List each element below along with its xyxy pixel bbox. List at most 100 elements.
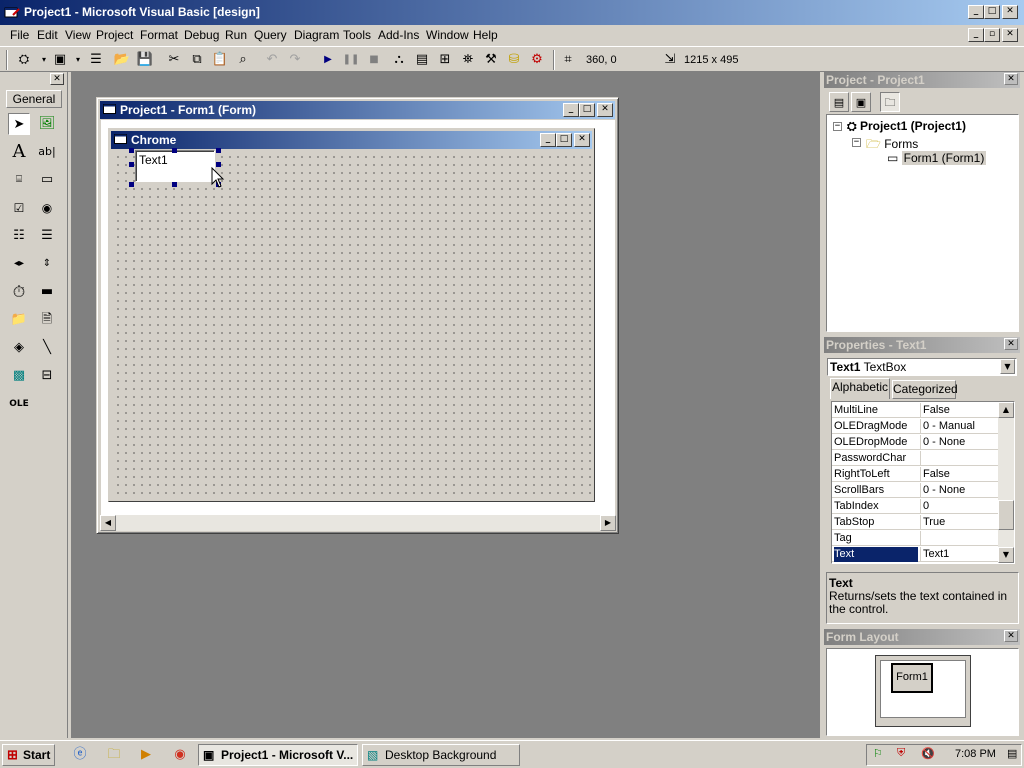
start-icon[interactable]: ▶ [318, 50, 338, 70]
form-designer-title-bar[interactable]: Project1 - Form1 (Form) _ □ ✕ [100, 101, 615, 119]
find-icon[interactable]: ⌕ [233, 50, 253, 70]
property-value[interactable] [920, 451, 1000, 466]
property-value[interactable]: 0 - None [920, 435, 1000, 450]
vb-app-icon[interactable] [4, 5, 20, 19]
tree-collapse-icon[interactable]: − [833, 122, 842, 131]
data-tool-icon[interactable]: ⊟ [36, 365, 58, 387]
chrome-icon[interactable]: ◉ [172, 747, 188, 763]
property-row[interactable]: OLEDropMode 0 - None [832, 434, 1000, 450]
maximize-button[interactable]: □ [984, 5, 1000, 19]
menu-file[interactable]: File [10, 28, 29, 42]
explorer-icon[interactable]: 🗀 [106, 747, 122, 763]
project-tree[interactable]: − ⛭ Project1 (Project1) − 🗁 Forms ▭ Form… [826, 114, 1019, 332]
property-row[interactable]: TabStop True [832, 514, 1000, 530]
form-designer-close-button[interactable]: ✕ [597, 103, 613, 117]
selection-handle[interactable] [129, 162, 134, 167]
selection-handle[interactable] [172, 182, 177, 187]
media-player-icon[interactable]: ▶ [138, 747, 154, 763]
property-value[interactable]: False [920, 467, 1000, 482]
line-tool-icon[interactable]: ╲ [36, 337, 58, 359]
design-form[interactable]: Chrome _ □ ✕ [108, 128, 595, 502]
toggle-folders-icon[interactable]: 🗀 [880, 92, 900, 112]
copy-icon[interactable]: ⧉ [187, 50, 207, 70]
property-value[interactable]: True [920, 515, 1000, 530]
mdi-close-button[interactable]: ✕ [1002, 28, 1018, 42]
form-designer-maximize-button[interactable]: □ [579, 103, 595, 117]
notification-icon[interactable]: ▤ [1007, 747, 1017, 760]
form1-position-preview[interactable]: Form1 [891, 663, 933, 693]
cut-icon[interactable]: ✂ [164, 50, 184, 70]
menu-editor-icon[interactable]: ☰ [86, 50, 106, 70]
design-form-grid[interactable] [111, 150, 592, 499]
scroll-up-icon[interactable]: ▲ [998, 402, 1014, 418]
task-desktop-background[interactable]: ▧ Desktop Background [362, 744, 520, 766]
scroll-thumb[interactable] [998, 500, 1014, 530]
form-layout-close-button[interactable]: ✕ [1004, 630, 1018, 642]
image-tool-icon[interactable]: ▩ [8, 365, 30, 387]
property-value[interactable]: 0 - None [920, 483, 1000, 498]
menu-window[interactable]: Window [426, 28, 469, 42]
menu-project[interactable]: Project [96, 28, 133, 42]
hscrollbar-tool-icon[interactable]: ◂▸ [8, 253, 30, 275]
combo-dropdown-icon[interactable]: ▼ [1000, 359, 1015, 374]
view-object-icon[interactable]: ▣ [851, 92, 871, 112]
listbox-tool-icon[interactable]: ☰ [36, 225, 58, 247]
property-row-selected[interactable]: Text Text1 [832, 546, 1000, 562]
add-project-icon[interactable]: ⛭ [14, 50, 34, 70]
start-button[interactable]: ⊞ Start [2, 744, 55, 766]
property-value[interactable]: 0 [920, 499, 1000, 514]
property-row[interactable]: MultiLine False [832, 402, 1000, 418]
property-row[interactable]: RightToLeft False [832, 466, 1000, 482]
paste-icon[interactable]: 📋 [210, 50, 230, 70]
property-value[interactable] [920, 531, 1000, 546]
properties-window-icon[interactable]: ▤ [412, 50, 432, 70]
tree-project-node[interactable]: ⛭ Project1 (Project1) [847, 119, 966, 134]
pointer-tool-icon[interactable]: ➤ [8, 113, 30, 135]
minimize-button[interactable]: _ [968, 5, 984, 19]
menu-edit[interactable]: Edit [37, 28, 58, 42]
property-grid[interactable]: MultiLine False OLEDragMode 0 - Manual OLE… [831, 401, 1015, 564]
selection-handle[interactable] [129, 148, 134, 153]
picturebox-tool-icon[interactable]: 🖼 [36, 113, 58, 135]
property-row[interactable]: Tag [832, 530, 1000, 546]
timer-tool-icon[interactable]: ⏱ [8, 281, 30, 303]
form-layout-area[interactable]: Form1 [826, 648, 1019, 736]
combobox-tool-icon[interactable]: ☷ [8, 225, 30, 247]
design-form-title-bar[interactable]: Chrome _ □ ✕ [111, 131, 592, 149]
add-form-icon[interactable]: ▣ [50, 50, 70, 70]
property-value[interactable]: Text1 [920, 547, 1000, 562]
textbox-tool-icon[interactable]: ab| [36, 141, 58, 163]
property-row[interactable]: TabIndex 0 [832, 498, 1000, 514]
frame-tool-icon[interactable]: ⌸ [8, 169, 30, 191]
form-layout-icon[interactable]: ⊞ [435, 50, 455, 70]
properties-close-button[interactable]: ✕ [1004, 338, 1018, 350]
object-browser-icon[interactable]: ⛯ [458, 50, 478, 70]
tree-form1-node[interactable]: ▭ Form1 (Form1) [887, 151, 987, 165]
checkbox-tool-icon[interactable]: ☑ [8, 197, 30, 219]
property-row[interactable]: ScrollBars 0 - None [832, 482, 1000, 498]
undo-icon[interactable]: ↶ [262, 50, 282, 70]
close-button[interactable]: ✕ [1002, 5, 1018, 19]
network-tray-icon[interactable]: ⚐ [873, 747, 883, 760]
optionbutton-tool-icon[interactable]: ◉ [36, 197, 58, 219]
menu-add-ins[interactable]: Add-Ins [378, 28, 419, 42]
volume-mute-icon[interactable]: 🔇 [921, 747, 935, 760]
ole-tool-icon[interactable]: OLE [8, 393, 30, 415]
mdi-minimize-button[interactable]: _ [968, 28, 984, 42]
selection-handle[interactable] [216, 148, 221, 153]
save-project-icon[interactable]: 💾 [135, 50, 155, 70]
property-value[interactable]: False [920, 403, 1000, 418]
drivelistbox-tool-icon[interactable]: ▬ [36, 281, 58, 303]
property-row[interactable]: OLEDragMode 0 - Manual [832, 418, 1000, 434]
menu-query[interactable]: Query [254, 28, 287, 42]
open-project-icon[interactable]: 📂 [112, 50, 132, 70]
add-form-dropdown-icon[interactable]: ▾ [68, 50, 88, 70]
tab-categorized[interactable]: Categorized [892, 380, 958, 399]
label-tool-icon[interactable]: A [8, 141, 30, 163]
toolbox-tab-general[interactable]: General [6, 90, 62, 108]
scroll-right-icon[interactable]: ▶ [600, 515, 616, 531]
dirlistbox-tool-icon[interactable]: 📁 [8, 309, 30, 331]
menu-view[interactable]: View [65, 28, 91, 42]
menu-tools[interactable]: Tools [343, 28, 371, 42]
menu-debug[interactable]: Debug [184, 28, 219, 42]
